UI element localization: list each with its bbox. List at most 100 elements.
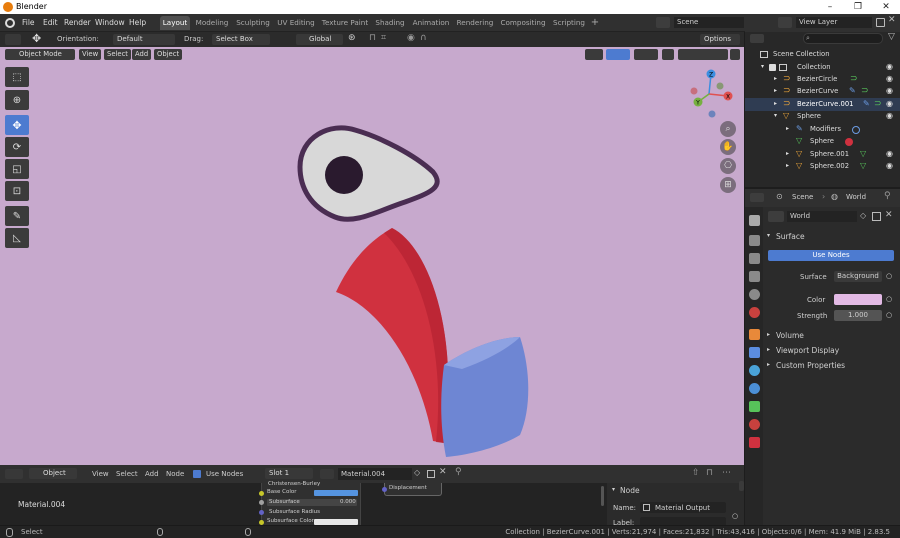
- red-curve-object[interactable]: [336, 228, 449, 443]
- outliner-row-sphere-mesh[interactable]: ▽ Sphere: [745, 135, 900, 148]
- render-tab-icon[interactable]: [749, 235, 760, 246]
- checkbox-icon[interactable]: [769, 64, 776, 71]
- socket-icon[interactable]: [382, 487, 387, 492]
- material-name-field[interactable]: Material.004: [338, 468, 412, 480]
- delete-view-layer-icon[interactable]: ✕: [888, 15, 896, 25]
- surface-link-icon[interactable]: ○: [886, 272, 892, 280]
- outliner-editor-icon[interactable]: [750, 34, 764, 43]
- outliner-search-input[interactable]: [803, 33, 883, 44]
- view-layer-tab-icon[interactable]: [749, 271, 760, 282]
- maximize-button[interactable]: ❐: [844, 0, 872, 14]
- sidebar-toggle-icon[interactable]: [739, 481, 744, 491]
- view-layer-icon[interactable]: [778, 17, 792, 28]
- menu-edit[interactable]: Edit: [43, 17, 58, 29]
- options-dropdown[interactable]: Options: [700, 34, 740, 45]
- world-tab[interactable]: World: [846, 193, 866, 201]
- outliner-row-sphere-001[interactable]: ▸ ▽ Sphere.001 ▽ ◉: [745, 148, 900, 161]
- volume-panel-header[interactable]: Volume: [776, 331, 804, 340]
- expand-arrow-icon[interactable]: ▸: [786, 123, 789, 136]
- visibility-eye-icon[interactable]: ◉: [886, 85, 893, 98]
- tab-sculpting[interactable]: Sculpting: [233, 16, 273, 30]
- unlink-world-icon[interactable]: ✕: [885, 210, 893, 220]
- constraints-tab-icon[interactable]: [749, 383, 760, 394]
- unlink-material-icon[interactable]: ✕: [439, 467, 447, 477]
- node-add-menu[interactable]: Add: [145, 470, 159, 478]
- falloff-icon[interactable]: ∩: [420, 33, 427, 43]
- node-editor-canvas[interactable]: Material.004 Christensen-Burley Base Col…: [0, 481, 607, 525]
- tab-rendering[interactable]: Rendering: [456, 16, 494, 30]
- modifier-tab-icon[interactable]: [749, 347, 760, 358]
- add-workspace-button[interactable]: +: [588, 16, 602, 30]
- socket-icon[interactable]: [259, 510, 264, 515]
- color-swatch[interactable]: [834, 294, 882, 305]
- material-tab-icon[interactable]: [749, 419, 760, 430]
- bsdf-row-subsurface-method[interactable]: Christensen-Burley: [268, 481, 320, 487]
- expand-arrow-icon[interactable]: ▸: [774, 73, 777, 86]
- custom-properties-panel-header[interactable]: Custom Properties: [776, 361, 845, 370]
- expand-arrow-icon[interactable]: ▸: [767, 361, 770, 368]
- use-nodes-button[interactable]: Use Nodes: [768, 250, 894, 261]
- node-select-menu[interactable]: Select: [116, 470, 138, 478]
- wrench-icon[interactable]: ✎: [863, 98, 870, 111]
- eye-object[interactable]: [297, 125, 440, 222]
- expand-arrow-icon[interactable]: ▸: [774, 98, 777, 111]
- node-scrollbar[interactable]: [601, 486, 604, 506]
- mesh-data-icon[interactable]: ▽: [860, 160, 866, 173]
- close-button[interactable]: ✕: [872, 0, 900, 14]
- outliner-row-beziercircle[interactable]: ▸ ⊃ BezierCircle ⊃ ◉: [745, 73, 900, 86]
- menu-window[interactable]: Window: [95, 17, 125, 29]
- slot-dropdown[interactable]: Slot 1: [265, 468, 313, 479]
- proportional-edit-icon[interactable]: ◉: [407, 33, 415, 43]
- tab-texture-paint[interactable]: Texture Paint: [320, 16, 370, 30]
- fake-user-shield-icon[interactable]: ◇: [414, 468, 420, 477]
- tab-shading[interactable]: Shading: [374, 16, 406, 30]
- pin-icon[interactable]: ⚲: [455, 467, 462, 477]
- base-color-swatch[interactable]: [314, 490, 358, 496]
- tab-modeling[interactable]: Modeling: [194, 16, 230, 30]
- menu-file[interactable]: File: [22, 17, 35, 29]
- node-snap-options-icon[interactable]: ⋯: [722, 468, 731, 478]
- expand-arrow-icon[interactable]: ▸: [767, 331, 770, 338]
- curve-data-icon[interactable]: ⊃: [874, 98, 882, 111]
- minimize-button[interactable]: –: [816, 0, 844, 14]
- world-selector-icon[interactable]: [768, 211, 784, 222]
- transform-orientation-dropdown[interactable]: Global: [296, 34, 343, 45]
- visibility-eye-icon[interactable]: ◉: [886, 160, 893, 173]
- output-tab-icon[interactable]: [749, 253, 760, 264]
- material-output-node[interactable]: Displacement: [382, 483, 442, 496]
- tab-animation[interactable]: Animation: [410, 16, 452, 30]
- node-node-menu[interactable]: Node: [166, 470, 184, 478]
- use-nodes-checkbox[interactable]: [193, 470, 201, 478]
- expand-arrow-icon[interactable]: ▸: [767, 346, 770, 353]
- filter-icon[interactable]: ▽: [888, 32, 895, 42]
- socket-icon[interactable]: [259, 500, 264, 505]
- node-label-field[interactable]: [640, 517, 726, 525]
- outliner-row-sphere-002[interactable]: ▸ ▽ Sphere.002 ▽ ◉: [745, 160, 900, 173]
- expand-arrow-icon[interactable]: ▸: [786, 148, 789, 161]
- outliner-row-sphere[interactable]: ▾ ▽ Sphere ◉: [745, 110, 900, 123]
- snap-target-icon[interactable]: ⌗: [381, 33, 386, 43]
- visibility-eye-icon[interactable]: ◉: [886, 148, 893, 161]
- visibility-eye-icon[interactable]: ◉: [886, 73, 893, 86]
- viewport-display-panel-header[interactable]: Viewport Display: [776, 346, 839, 355]
- physics-tab-icon[interactable]: [749, 365, 760, 376]
- collapse-arrow-icon[interactable]: ▾: [612, 486, 615, 493]
- snap-icon[interactable]: ⊓: [369, 33, 376, 43]
- properties-editor-icon[interactable]: [750, 193, 764, 202]
- material-icon[interactable]: [845, 138, 853, 146]
- outliner-row-scene-collection[interactable]: Scene Collection: [745, 48, 900, 61]
- node-object-dropdown[interactable]: Object: [29, 468, 77, 479]
- world-name-field[interactable]: World: [787, 211, 857, 222]
- visibility-eye-icon[interactable]: ◉: [886, 98, 893, 111]
- menu-render[interactable]: Render: [64, 17, 91, 29]
- node-view-menu[interactable]: View: [92, 470, 109, 478]
- modifier-icon[interactable]: [852, 126, 860, 134]
- pivot-icon[interactable]: ⊛: [348, 33, 356, 43]
- view-layer-field[interactable]: View Layer: [796, 17, 872, 28]
- object-tab-icon[interactable]: [749, 329, 760, 340]
- principled-bsdf-node[interactable]: Christensen-Burley Base Color Subsurface…: [259, 481, 361, 525]
- scene-tab[interactable]: Scene: [792, 193, 813, 201]
- surface-dropdown[interactable]: Background: [834, 271, 882, 282]
- texture-tab-icon[interactable]: [749, 437, 760, 448]
- strength-field[interactable]: 1.000: [834, 310, 882, 321]
